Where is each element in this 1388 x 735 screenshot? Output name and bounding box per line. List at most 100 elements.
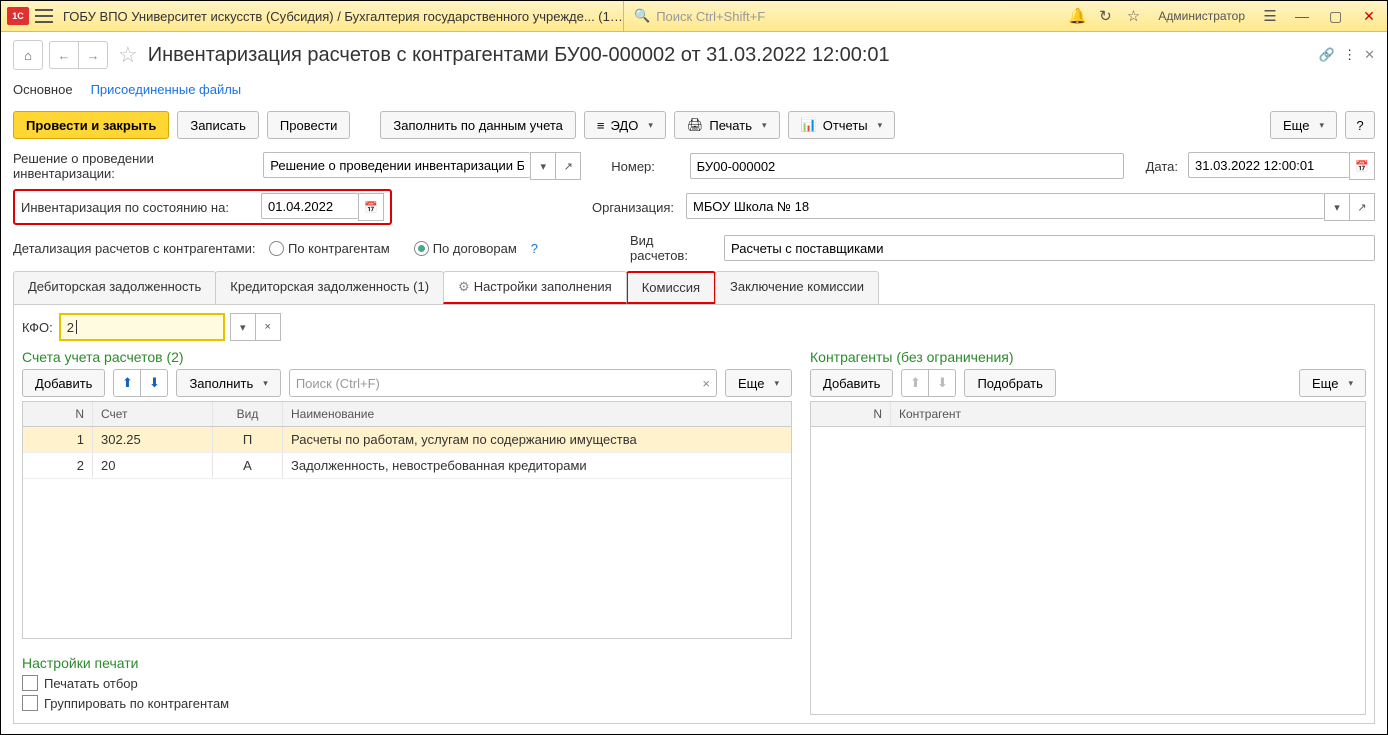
chk-print-filter[interactable]: Печатать отбор [22, 675, 792, 691]
search-placeholder: Поиск Ctrl+Shift+F [656, 9, 765, 24]
accounts-search[interactable]: Поиск (Ctrl+F) × [289, 369, 717, 397]
star-icon[interactable]: ☆ [1124, 7, 1142, 25]
page-title: Инвентаризация расчетов с контрагентами … [148, 44, 890, 67]
window-header: ⌂ ← → ☆ Инвентаризация расчетов с контра… [1, 32, 1387, 78]
org-field[interactable]: ▾ ↗ [686, 193, 1375, 221]
chk-group-contractors[interactable]: Группировать по контрагентам [22, 695, 792, 711]
print-button[interactable]: 🖨Печать [674, 111, 780, 139]
contractors-title: Контрагенты (без ограничения) [810, 349, 1366, 365]
org-input[interactable] [686, 193, 1324, 219]
add-account-button[interactable]: Добавить [22, 369, 105, 397]
decision-field[interactable]: ▾ ↗ [263, 152, 581, 180]
accounts-thead: N Счет Вид Наименование [23, 402, 791, 427]
decision-input[interactable] [263, 152, 530, 178]
col-kind[interactable]: Вид [213, 402, 283, 426]
more-button[interactable]: Еще [1270, 111, 1337, 139]
calendar-icon[interactable]: 📅 [358, 193, 384, 221]
asof-label: Инвентаризация по состоянию на: [21, 200, 253, 215]
dropdown-icon[interactable]: ▾ [1324, 193, 1350, 221]
table-row[interactable]: 1 302.25 П Расчеты по работам, услугам п… [23, 427, 791, 453]
clear-icon[interactable]: × [702, 376, 710, 391]
table-row[interactable]: 2 20 А Задолженность, невостребованная к… [23, 453, 791, 479]
contractors-table[interactable]: N Контрагент [810, 401, 1366, 715]
accounts-toolbar: Добавить ⬆ ⬇ Заполнить Поиск (Ctrl+F) × … [22, 369, 792, 397]
contractors-more-button[interactable]: Еще [1299, 369, 1366, 397]
kfo-dropdown[interactable]: ▾ [230, 313, 256, 341]
date-input[interactable] [1188, 152, 1349, 178]
tab-commission[interactable]: Комиссия [626, 271, 716, 304]
move-up-button[interactable]: ⬆ [114, 370, 141, 396]
col-n[interactable]: N [811, 402, 891, 426]
app-topbar: 1C ГОБУ ВПО Университет искусств (Субсид… [1, 1, 1387, 32]
col-name[interactable]: Наименование [283, 402, 791, 426]
reports-button[interactable]: 📊Отчеты [788, 111, 896, 139]
printer-icon: 🖨 [687, 117, 704, 133]
history-icon[interactable]: ↻ [1096, 7, 1114, 25]
col-contractor[interactable]: Контрагент [891, 402, 1365, 426]
help-icon[interactable]: ? [531, 241, 538, 256]
tab-debit[interactable]: Дебиторская задолженность [13, 271, 216, 304]
col-n[interactable]: N [23, 402, 93, 426]
dropdown-icon[interactable]: ▾ [530, 152, 556, 180]
topbar-actions: 🔔 ↻ ☆ Администратор ☰ — ▢ ✕ [1068, 4, 1381, 28]
favorite-star[interactable]: ☆ [118, 42, 138, 68]
calc-input[interactable] [724, 235, 1375, 261]
date-label: Дата: [1146, 159, 1178, 174]
asof-input[interactable] [261, 193, 358, 219]
nav-back-button[interactable]: ← [50, 42, 79, 68]
home-button[interactable]: ⌂ [13, 40, 43, 70]
number-input[interactable] [690, 153, 1124, 179]
kfo-clear[interactable]: × [256, 313, 281, 341]
tab-conclusion[interactable]: Заключение комиссии [715, 271, 879, 304]
move-down-button[interactable]: ⬇ [929, 370, 955, 396]
move-down-button[interactable]: ⬇ [141, 370, 167, 396]
radio-by-contractor[interactable]: По контрагентам [269, 241, 390, 256]
fill-accounts-button[interactable]: Заполнить [176, 369, 280, 397]
help-button[interactable]: ? [1345, 111, 1375, 139]
bell-icon[interactable]: 🔔 [1068, 7, 1086, 25]
user-label[interactable]: Администратор [1158, 9, 1245, 23]
menu-icon[interactable] [35, 9, 53, 23]
col-account[interactable]: Счет [93, 402, 213, 426]
open-icon[interactable]: ↗ [1350, 193, 1375, 221]
maximize-button[interactable]: ▢ [1323, 4, 1347, 28]
move-up-button[interactable]: ⬆ [902, 370, 929, 396]
accounts-more-button[interactable]: Еще [725, 369, 792, 397]
date-field[interactable]: 📅 [1188, 152, 1375, 180]
contractors-thead: N Контрагент [811, 402, 1365, 427]
command-toolbar: Провести и закрыть Записать Провести Зап… [1, 107, 1387, 149]
close-window-button[interactable]: ✕ [1357, 4, 1381, 28]
post-close-button[interactable]: Провести и закрыть [13, 111, 169, 139]
close-tab-button[interactable]: ✕ [1364, 47, 1375, 63]
settings-icon[interactable]: ☰ [1261, 7, 1279, 25]
pick-button[interactable]: Подобрать [964, 369, 1055, 397]
accounts-table[interactable]: N Счет Вид Наименование 1 302.25 П Расче… [22, 401, 792, 639]
radio-by-contract[interactable]: По договорам [414, 241, 517, 256]
kebab-icon[interactable]: ⋮ [1343, 47, 1356, 63]
tab-fill-settings[interactable]: ⚙Настройки заполнения [443, 271, 627, 304]
tab-main[interactable]: Основное [13, 82, 73, 97]
minimize-button[interactable]: — [1289, 4, 1313, 28]
calc-label: Вид расчетов: [630, 233, 714, 263]
add-contractor-button[interactable]: Добавить [810, 369, 893, 397]
calendar-icon[interactable]: 📅 [1349, 152, 1375, 180]
number-label: Номер: [611, 159, 679, 174]
edo-button[interactable]: ≡ЭДО [584, 111, 666, 139]
tab-credit[interactable]: Кредиторская задолженность (1) [215, 271, 444, 304]
nav-fwd-button[interactable]: → [79, 42, 107, 68]
search-placeholder: Поиск (Ctrl+F) [296, 376, 380, 391]
decision-label: Решение о проведении инвентаризации: [13, 151, 253, 181]
fill-button[interactable]: Заполнить по данным учета [380, 111, 576, 139]
link-icon[interactable]: 🔗 [1319, 47, 1335, 63]
gear-icon: ⚙ [458, 279, 470, 294]
kfo-input[interactable]: 2 [59, 313, 225, 341]
doc-tabs: Дебиторская задолженность Кредиторская з… [1, 271, 1387, 304]
save-button[interactable]: Записать [177, 111, 259, 139]
nav-group: ← → [49, 41, 108, 69]
tab-files[interactable]: Присоединенные файлы [91, 82, 242, 97]
app-logo: 1C [7, 7, 29, 25]
open-icon[interactable]: ↗ [556, 152, 581, 180]
post-button[interactable]: Провести [267, 111, 351, 139]
global-search[interactable]: 🔍 Поиск Ctrl+Shift+F [623, 1, 874, 31]
asof-field[interactable]: 📅 [261, 193, 384, 221]
